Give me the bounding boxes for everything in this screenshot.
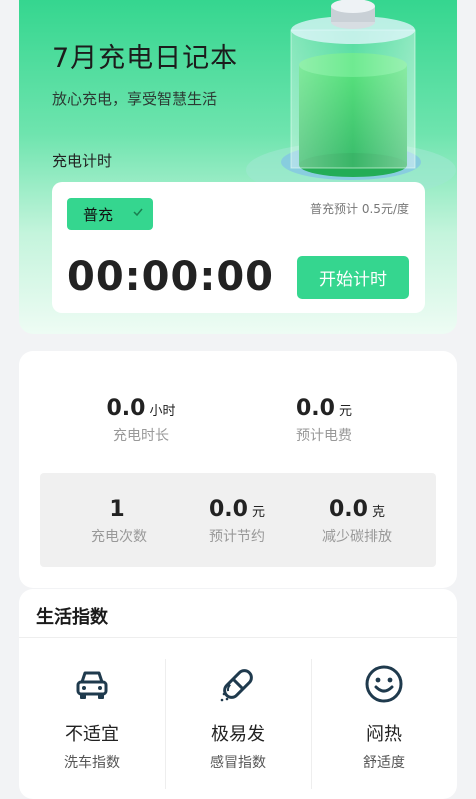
stat-label: 预计节约	[209, 529, 265, 545]
car-icon	[76, 671, 108, 699]
battery-illustration	[246, 0, 456, 198]
stat-unit: 元	[338, 404, 352, 419]
stat-value: 0.0	[209, 497, 248, 522]
life-item-value: 不适宜	[65, 724, 119, 745]
life-item-cold[interactable]: 极易发 感冒指数	[165, 664, 311, 772]
life-item-label: 舒适度	[363, 755, 405, 771]
life-item-comfort[interactable]: 闷热 舒适度	[311, 664, 457, 772]
stat-charge-count: 1 充电次数	[59, 497, 179, 546]
charge-mode-selector[interactable]: 普充	[67, 198, 153, 230]
stat-carbon-reduction: 0.0 克 减少碳排放	[297, 497, 417, 546]
page-title: 7月充电日记本	[52, 43, 239, 74]
stat-label: 充电时长	[113, 428, 169, 444]
life-item-label: 洗车指数	[64, 755, 120, 771]
stats-summary-panel: 1 充电次数 0.0 元 预计节约 0.0 克 减少碳排放	[40, 473, 436, 567]
life-index-card: 生活指数 不适宜 洗车指数 极易发 感冒指数 闷热 舒适度	[19, 589, 457, 799]
charge-mode-label: 普充	[83, 205, 114, 224]
stat-charge-duration: 0.0 小时 充电时长	[81, 396, 201, 445]
stat-value: 1	[109, 497, 125, 522]
price-estimate: 普充预计 0.5元/度	[310, 202, 409, 216]
stat-unit: 克	[371, 505, 385, 520]
life-index-title: 生活指数	[36, 607, 108, 628]
stat-unit: 元	[251, 505, 265, 520]
stat-estimated-cost: 0.0 元 预计电费	[264, 396, 384, 445]
stat-value: 0.0	[106, 396, 146, 421]
pill-icon	[220, 669, 253, 702]
stat-value: 0.0	[329, 497, 368, 522]
timer-display: 00:00:00	[67, 254, 274, 300]
charging-timer-card: 普充 普充预计 0.5元/度 00:00:00 开始计时	[52, 182, 425, 313]
hero-banner: 7月充电日记本 放心充电，享受智慧生活 充电计时 普充 普充预计 0.5元/度 …	[19, 0, 457, 334]
stat-label: 充电次数	[91, 529, 147, 545]
life-item-value: 闷热	[366, 724, 402, 745]
life-item-label: 感冒指数	[210, 755, 266, 771]
life-item-value: 极易发	[211, 724, 265, 745]
stat-unit: 小时	[149, 404, 176, 419]
start-timer-button[interactable]: 开始计时	[297, 256, 409, 299]
stat-estimated-savings: 0.0 元 预计节约	[177, 497, 297, 546]
charging-stats-card: 0.0 小时 充电时长 0.0 元 预计电费 1 充电次数 0.0 元 预计节约 0.…	[19, 351, 457, 588]
stat-label: 减少碳排放	[322, 529, 392, 545]
page-subtitle: 放心充电，享受智慧生活	[52, 90, 218, 108]
smiley-icon	[365, 665, 403, 703]
section-label-charging-timer: 充电计时	[52, 152, 113, 170]
stat-label: 预计电费	[296, 428, 352, 444]
check-icon	[133, 208, 143, 217]
life-item-car-wash[interactable]: 不适宜 洗车指数	[19, 664, 165, 772]
stat-value: 0.0	[296, 396, 335, 421]
divider	[19, 637, 457, 638]
